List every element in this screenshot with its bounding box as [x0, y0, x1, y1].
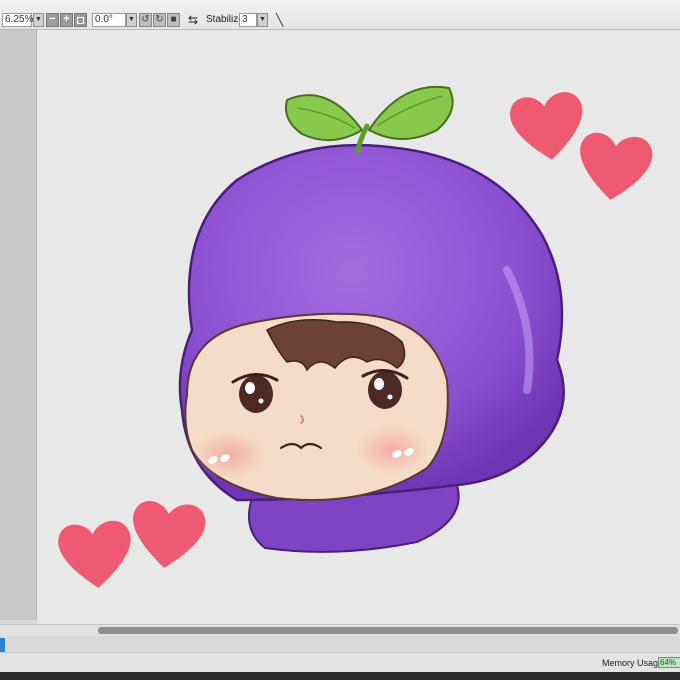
- zoom-field[interactable]: 6.25%: [2, 13, 33, 27]
- heart-top-left: [510, 92, 583, 160]
- zoom-dropdown-icon[interactable]: ▼: [33, 13, 44, 27]
- pen-icon: ╲: [276, 13, 284, 27]
- rotation-dropdown-icon[interactable]: ▼: [126, 13, 137, 27]
- heart-top-right: [580, 132, 653, 200]
- flip-button[interactable]: ⇆: [186, 13, 200, 27]
- rotate-ccw-button[interactable]: ↺: [139, 13, 152, 27]
- layer-indicator: [0, 638, 5, 652]
- heart-bottom-right: [133, 501, 206, 568]
- status-bar: Memory Usage 64%: [0, 652, 680, 672]
- right-leaf: [367, 86, 454, 140]
- left-side-panel: [0, 30, 37, 620]
- rotation-field[interactable]: 0.0°: [92, 13, 126, 27]
- zoom-in-button[interactable]: +: [60, 13, 73, 27]
- drawing-canvas[interactable]: [37, 30, 680, 624]
- artwork: [58, 86, 653, 588]
- stabilizer-dropdown-icon[interactable]: ▼: [257, 13, 268, 27]
- top-toolbar: 6.25% ▼ − + 0.0° ▼ ↺ ↻ ■ ⇆ Stabilizer 3 …: [0, 0, 680, 30]
- fit-view-button[interactable]: [74, 13, 87, 27]
- right-eye: [368, 371, 402, 409]
- horizontal-scrollbar[interactable]: [0, 624, 680, 636]
- reset-rotation-button[interactable]: ■: [167, 13, 180, 27]
- stabilizer-field[interactable]: 3: [239, 13, 257, 27]
- left-leaf: [285, 94, 364, 142]
- memory-usage-meter: 64%: [658, 657, 680, 668]
- heart-bottom-left: [58, 520, 131, 588]
- left-eye: [239, 375, 273, 413]
- pen-tool-button[interactable]: ╲: [276, 12, 290, 28]
- right-blush: [356, 426, 428, 474]
- rotate-cw-icon: ↻: [155, 14, 164, 25]
- monitor-bezel: [0, 672, 680, 680]
- rotate-cw-button[interactable]: ↻: [153, 13, 166, 27]
- scrollbar-thumb[interactable]: [98, 627, 678, 634]
- memory-usage-label: Memory Usage: [602, 658, 664, 668]
- swap-arrows-icon: ⇆: [187, 13, 199, 27]
- rotate-ccw-icon: ↺: [141, 14, 150, 25]
- zoom-out-button[interactable]: −: [46, 13, 59, 27]
- square-icon: [77, 17, 84, 24]
- reset-icon: ■: [170, 14, 177, 25]
- left-blush: [193, 431, 265, 479]
